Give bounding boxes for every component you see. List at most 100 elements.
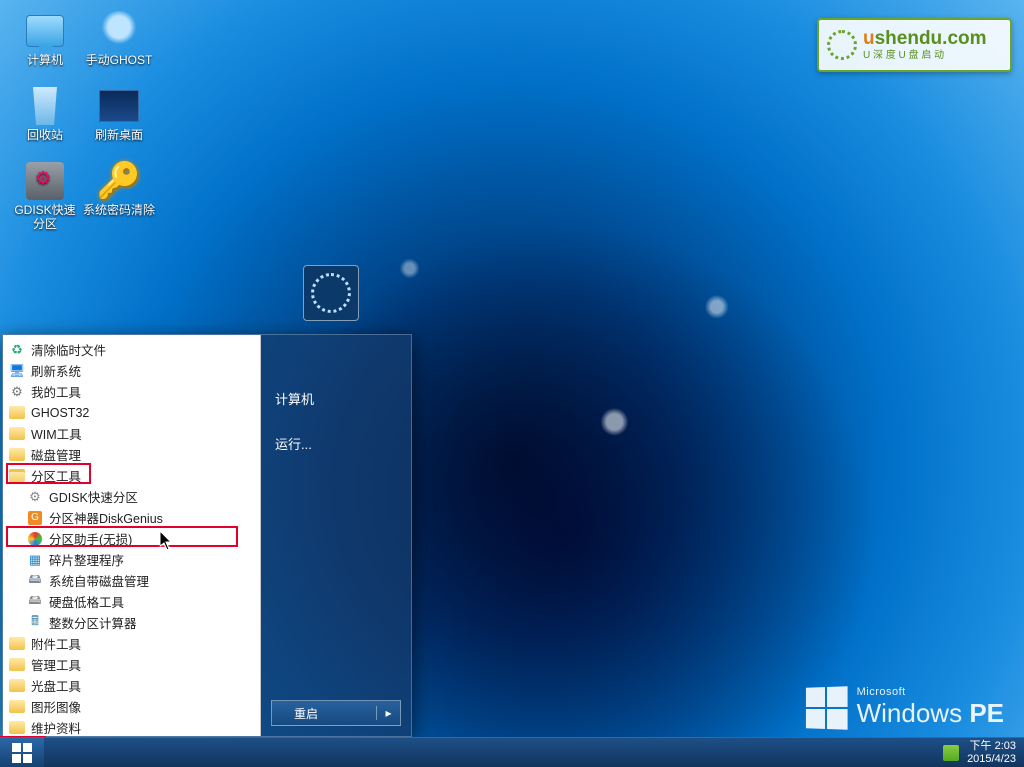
clean-icon: ♻ [9,342,25,358]
start-menu-item-label: 附件工具 [31,634,81,653]
start-menu-item[interactable]: ⚙ GDISK快速分区 [3,486,260,507]
calc-icon: 🖩 [27,615,43,631]
tray-date: 2015/4/23 [967,753,1016,766]
system-tray: 下午 2:03 2015/4/23 [935,740,1024,765]
folder-icon [9,426,25,442]
start-menu-item[interactable]: 维护资料 [3,717,260,736]
refresh-desktop-icon [99,90,139,122]
desktop-icon-computer[interactable]: 计算机 [8,8,82,83]
user-avatar [303,305,359,321]
brand-swirl-icon [827,30,857,60]
start-menu-item[interactable]: G 分区神器DiskGenius [3,507,260,528]
start-menu-item[interactable]: 图形图像 [3,696,260,717]
key-icon: 🔑 [97,160,142,202]
start-menu-item-label: 光盘工具 [31,676,81,695]
start-menu-item-label: GDISK快速分区 [49,487,138,506]
desktop-icon-pwclear[interactable]: 🔑 系统密码清除 [82,158,156,233]
taskbar: 下午 2:03 2015/4/23 [0,737,1024,767]
folder-icon [9,657,25,673]
start-menu-item-label: 清除临时文件 [31,340,106,359]
os-vendor: Microsoft [857,686,1004,698]
start-menu-item[interactable]: 光盘工具 [3,675,260,696]
gear-icon: ⚙ [9,384,25,400]
os-watermark: Microsoft Windows PE [805,686,1004,729]
desktop-icon-label: 系统密码清除 [83,204,155,218]
folder-icon [9,699,25,715]
gdisk-icon [26,162,64,200]
start-menu-item-label: 整数分区计算器 [49,613,137,632]
tray-time: 下午 2:03 [967,740,1016,753]
desktop-icon-refresh[interactable]: 刷新桌面 [82,83,156,158]
start-menu-item-label: 碎片整理程序 [49,550,124,569]
start-menu-item[interactable]: ♻ 清除临时文件 [3,339,260,360]
tray-app-icon[interactable] [943,745,959,761]
start-menu-item-label: WIM工具 [31,424,82,443]
brand-watermark: ushendu.com U 深 度 U 盘 启 动 [817,18,1012,72]
desktop-icon-label: GDISK快速分区 [9,204,81,232]
folder-icon [9,720,25,736]
folder-icon [9,636,25,652]
windows-start-icon [12,743,32,763]
os-suffix: PE [969,698,1004,728]
restart-label: 重启 [272,705,376,722]
start-menu-item[interactable]: 分区工具 [3,465,260,486]
folderopen-icon [9,468,25,484]
recycle-bin-icon [30,87,60,125]
lowfmt-icon: 🖴 [27,594,43,610]
start-menu-item[interactable]: WIM工具 [3,423,260,444]
desktop-icon-recycle[interactable]: 回收站 [8,83,82,158]
start-menu-computer[interactable]: 计算机 [271,383,401,414]
start-menu-item[interactable]: 🖥 刷新系统 [3,360,260,381]
brand-tld: .com [942,28,986,49]
tray-clock[interactable]: 下午 2:03 2015/4/23 [967,740,1016,765]
restart-button[interactable]: 重启 ▸ [271,700,401,726]
start-menu-item[interactable]: 🖴 硬盘低格工具 [3,591,260,612]
desktop-icon-label: 计算机 [27,54,63,68]
start-menu-run[interactable]: 运行... [271,428,401,459]
start-menu-item[interactable]: 🖴系统自带磁盘管理 [3,570,260,591]
folder-icon [9,405,25,421]
start-menu-item-label: 刷新系统 [31,361,81,380]
start-menu-item-label: 磁盘管理 [31,445,81,464]
folder-icon [9,447,25,463]
start-menu-item[interactable]: 管理工具 [3,654,260,675]
start-button[interactable] [0,738,44,767]
avatar-swirl-icon [311,273,351,313]
computer-icon [26,15,64,47]
windows-logo-icon [806,686,848,730]
desktop-icon-label: 回收站 [27,129,63,143]
start-menu-item[interactable]: ⚙我的工具 [3,381,260,402]
start-menu-item-label: 分区工具 [31,466,81,485]
start-menu-item-label: 管理工具 [31,655,81,674]
desktop-icon-ghost[interactable]: 手动GHOST [82,8,156,83]
start-menu-item[interactable]: 磁盘管理 [3,444,260,465]
start-menu-item-label: 维护资料 [31,718,81,736]
brand-subtitle: U 深 度 U 盘 启 动 [863,50,987,61]
ghost-icon [99,11,139,51]
desktop-icon-label: 手动GHOST [86,54,153,68]
start-menu-item-label: 分区神器DiskGenius [49,508,163,527]
start-menu-item[interactable]: GHOST32 [3,402,260,423]
refresh-icon: 🖥 [9,363,25,379]
start-menu-item[interactable]: 分区助手(无损) [3,528,260,549]
diskmgmt-icon: 🖴 [27,573,43,589]
desktop-icons: 计算机 手动GHOST 回收站 刷新桌面 GDISK快速分区 🔑 系统密码清除 [8,8,156,233]
desktop-icon-label: 刷新桌面 [95,129,143,143]
start-menu-item[interactable]: 附件工具 [3,633,260,654]
start-menu: ♻ 清除临时文件 🖥 刷新系统⚙我的工具 GHOST32 WIM工具磁盘管理分区工具 ⚙ GD… [2,334,412,737]
dg-icon: G [27,510,43,526]
start-menu-item[interactable]: 🖩 整数分区计算器 [3,612,260,633]
brand-name: shendu [875,28,943,49]
os-name: Windows [857,698,962,728]
start-menu-item-label: GHOST32 [31,406,89,420]
pa-icon [27,531,43,547]
start-menu-programs: ♻ 清除临时文件 🖥 刷新系统⚙我的工具 GHOST32 WIM工具磁盘管理分区工具 ⚙ GD… [3,335,261,736]
restart-options-arrow[interactable]: ▸ [376,706,400,720]
start-menu-item-label: 分区助手(无损) [49,529,132,548]
defrag-icon: ▦ [27,552,43,568]
gdisk-icon: ⚙ [27,489,43,505]
start-menu-item-label: 图形图像 [31,697,81,716]
desktop-icon-gdisk[interactable]: GDISK快速分区 [8,158,82,233]
start-menu-item[interactable]: ▦ 碎片整理程序 [3,549,260,570]
start-menu-item-label: 硬盘低格工具 [49,592,124,611]
